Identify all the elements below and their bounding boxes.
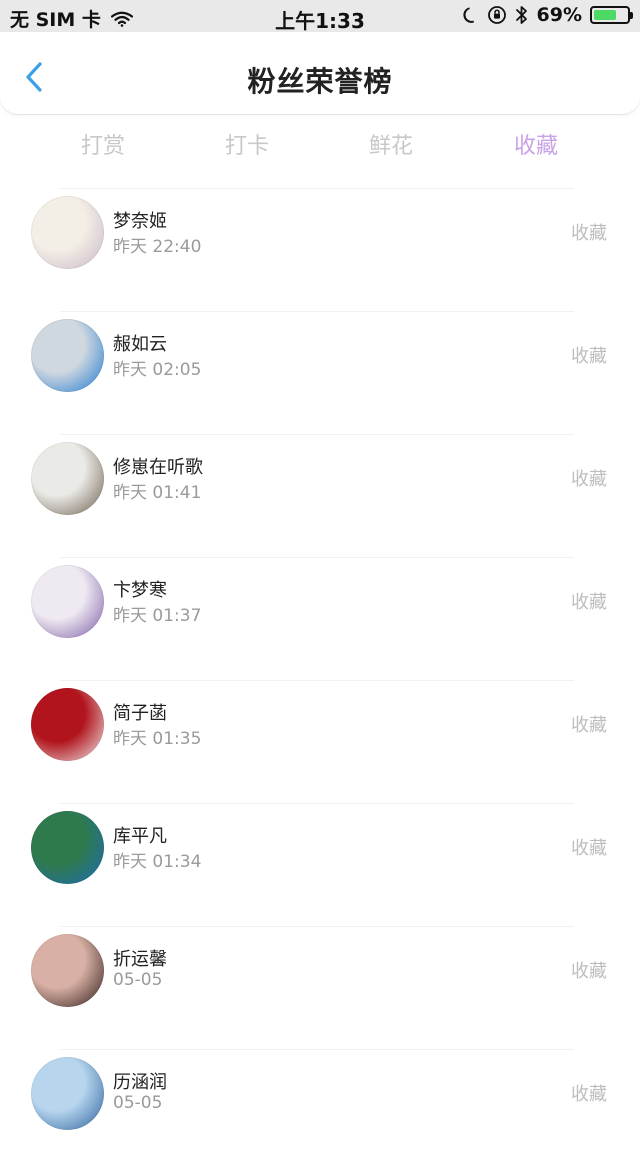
list-item[interactable]: 历涵润 05-05 收藏 — [0, 1049, 640, 1172]
row-divider — [60, 1049, 574, 1050]
avatar[interactable] — [31, 811, 104, 884]
row-divider — [60, 803, 574, 804]
timestamp: 昨天 01:35 — [113, 729, 202, 749]
favorite-label[interactable]: 收藏 — [571, 1080, 607, 1106]
battery-icon — [590, 6, 633, 24]
battery-percent: 69% — [536, 4, 582, 26]
avatar[interactable] — [31, 196, 104, 269]
timestamp: 昨天 01:34 — [113, 852, 202, 872]
tab-flowers[interactable]: 鲜花 — [331, 128, 451, 160]
user-name: 卞梦寒 — [113, 580, 167, 601]
avatar[interactable] — [31, 688, 104, 761]
page-title: 粉丝荣誉榜 — [247, 65, 393, 98]
timestamp: 05-05 — [113, 970, 163, 990]
list-item[interactable]: 折运馨 05-05 收藏 — [0, 926, 640, 1049]
tab-bar: 打赏 打卡 鲜花 收藏 — [0, 124, 640, 164]
list-item[interactable]: 卞梦寒 昨天 01:37 收藏 — [0, 557, 640, 680]
list-item[interactable]: 简子菡 昨天 01:35 收藏 — [0, 680, 640, 803]
row-divider — [60, 557, 574, 558]
timestamp: 昨天 01:41 — [113, 483, 202, 503]
favorite-label[interactable]: 收藏 — [571, 588, 607, 614]
moon-icon — [461, 6, 479, 24]
tab-favorites[interactable]: 收藏 — [476, 128, 596, 160]
favorite-label[interactable]: 收藏 — [571, 465, 607, 491]
row-divider — [60, 188, 574, 189]
favorite-label[interactable]: 收藏 — [571, 342, 607, 368]
favorite-label[interactable]: 收藏 — [571, 711, 607, 737]
row-divider — [60, 680, 574, 681]
user-name: 折运馨 — [113, 949, 167, 970]
list-item[interactable]: 赧如云 昨天 02:05 收藏 — [0, 311, 640, 434]
timestamp: 昨天 22:40 — [113, 237, 202, 257]
nav-bar: 粉丝荣誉榜 — [0, 32, 640, 114]
row-divider — [60, 434, 574, 435]
avatar[interactable] — [31, 934, 104, 1007]
avatar[interactable] — [31, 319, 104, 392]
tab-reward[interactable]: 打赏 — [43, 128, 163, 160]
favorite-label[interactable]: 收藏 — [571, 834, 607, 860]
status-bar: 无 SIM 卡 上午1:33 69% — [0, 0, 640, 33]
avatar[interactable] — [31, 442, 104, 515]
tab-checkin[interactable]: 打卡 — [187, 128, 307, 160]
status-right: 69% — [461, 4, 633, 26]
bluetooth-icon — [515, 5, 529, 25]
user-name: 库平凡 — [113, 826, 167, 847]
timestamp: 昨天 01:37 — [113, 606, 202, 626]
list-item[interactable]: 修崽在听歌 昨天 01:41 收藏 — [0, 434, 640, 557]
avatar[interactable] — [31, 565, 104, 638]
battery-level — [594, 10, 617, 20]
timestamp: 05-05 — [113, 1093, 163, 1113]
user-name: 赧如云 — [113, 334, 167, 355]
user-name: 梦奈姬 — [113, 211, 167, 232]
favorite-label[interactable]: 收藏 — [571, 219, 607, 245]
user-name: 修崽在听歌 — [113, 457, 203, 478]
row-divider — [60, 926, 574, 927]
rotation-lock-icon — [487, 5, 507, 25]
user-name: 简子菡 — [113, 703, 167, 724]
timestamp: 昨天 02:05 — [113, 360, 202, 380]
list-item[interactable]: 库平凡 昨天 01:34 收藏 — [0, 803, 640, 926]
avatar[interactable] — [31, 1057, 104, 1130]
list-item[interactable]: 梦奈姬 昨天 22:40 收藏 — [0, 188, 640, 311]
user-name: 历涵润 — [113, 1072, 167, 1093]
favorite-label[interactable]: 收藏 — [571, 957, 607, 983]
row-divider — [60, 311, 574, 312]
